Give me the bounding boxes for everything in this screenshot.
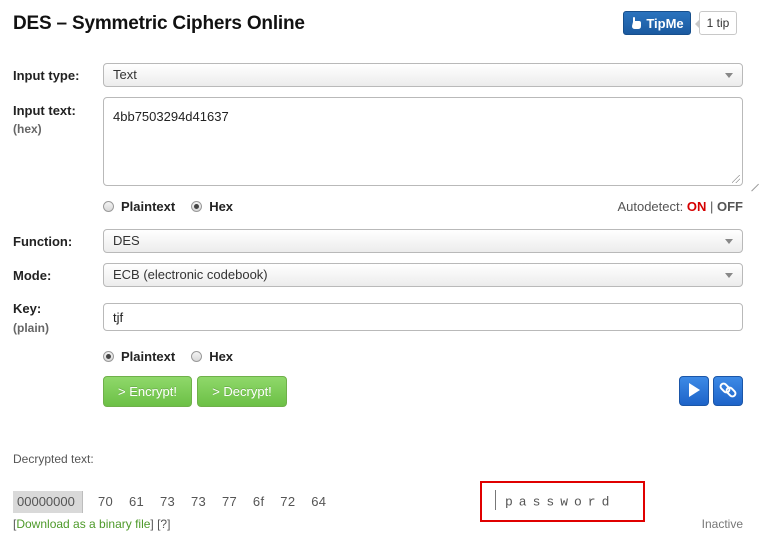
input-text-sublabel: (hex): [13, 122, 42, 136]
status-text: Inactive: [701, 517, 743, 531]
radio-key-hex[interactable]: [191, 351, 203, 362]
key-value: tjf: [113, 310, 124, 325]
input-format-radio-group: Plaintext Hex: [103, 199, 233, 214]
input-text-label: Input text:: [13, 103, 76, 118]
autodetect-label: Autodetect:: [617, 199, 684, 214]
play-button[interactable]: [679, 376, 709, 406]
highlight-box: [480, 481, 645, 522]
autodetect-separator: |: [709, 199, 714, 214]
input-text-value: 4bb7503294d41637: [113, 109, 229, 124]
hex-byte: 70: [98, 494, 114, 509]
input-type-select[interactable]: Text: [103, 63, 743, 87]
hex-byte: 64: [311, 494, 327, 509]
hex-bytes: 70 61 73 73 77 6f 72 64: [98, 494, 338, 509]
key-sublabel: (plain): [13, 321, 49, 335]
function-value: DES: [113, 233, 140, 248]
hex-byte: 77: [221, 494, 237, 509]
mode-label: Mode:: [13, 268, 52, 283]
page-title: DES – Symmetric Ciphers Online: [13, 13, 305, 34]
encrypt-button[interactable]: > Encrypt!: [103, 376, 192, 407]
tipme-hand-icon: [630, 16, 642, 30]
function-select[interactable]: DES: [103, 229, 743, 253]
autodetect-off-toggle[interactable]: OFF: [717, 199, 743, 214]
help-link[interactable]: [?]: [157, 517, 170, 531]
download-row: [Download as a binary file] [?]: [13, 517, 171, 531]
hex-byte: 61: [128, 494, 145, 509]
decrypt-button[interactable]: > Decrypt!: [197, 376, 287, 407]
resize-grip-icon[interactable]: [732, 175, 740, 183]
hex-byte: 73: [190, 494, 207, 509]
link-button[interactable]: [713, 376, 743, 406]
key-input[interactable]: tjf: [103, 303, 743, 331]
link-icon: [718, 380, 738, 403]
hex-byte: 73: [159, 494, 176, 509]
input-type-label: Input type:: [13, 68, 80, 83]
tipme-label: TipMe: [646, 15, 684, 31]
hex-byte: 72: [280, 494, 296, 509]
hex-offset: 00000000: [13, 491, 83, 513]
decrypted-text-label: Decrypted text:: [13, 452, 94, 466]
key-label: Key:: [13, 301, 42, 316]
radio-label-key-hex[interactable]: Hex: [209, 349, 233, 364]
chevron-down-icon: [725, 239, 733, 244]
tips-count-badge[interactable]: 1 tip: [695, 11, 737, 35]
edge-marker-icon: [751, 183, 759, 195]
input-text-area[interactable]: 4bb7503294d41637: [103, 97, 743, 186]
autodetect-control: Autodetect: ON | OFF: [617, 199, 743, 214]
mode-select[interactable]: ECB (electronic codebook): [103, 263, 743, 287]
input-type-value: Text: [113, 67, 137, 82]
hex-byte: 6f: [252, 494, 265, 509]
chevron-down-icon: [725, 73, 733, 78]
radio-input-hex[interactable]: [191, 201, 203, 212]
chevron-down-icon: [725, 273, 733, 278]
tipme-button[interactable]: TipMe: [623, 11, 691, 35]
key-format-radio-group: Plaintext Hex: [103, 349, 233, 364]
radio-label-plaintext[interactable]: Plaintext: [121, 199, 175, 214]
play-icon: [687, 382, 701, 401]
radio-label-hex[interactable]: Hex: [209, 199, 233, 214]
mode-value: ECB (electronic codebook): [113, 267, 268, 282]
download-binary-link[interactable]: Download as a binary file: [16, 517, 150, 531]
radio-input-plaintext[interactable]: [103, 201, 114, 212]
radio-key-plaintext[interactable]: [103, 351, 114, 362]
radio-label-key-plaintext[interactable]: Plaintext: [121, 349, 175, 364]
function-label: Function:: [13, 234, 73, 249]
autodetect-on-toggle[interactable]: ON: [687, 199, 707, 214]
